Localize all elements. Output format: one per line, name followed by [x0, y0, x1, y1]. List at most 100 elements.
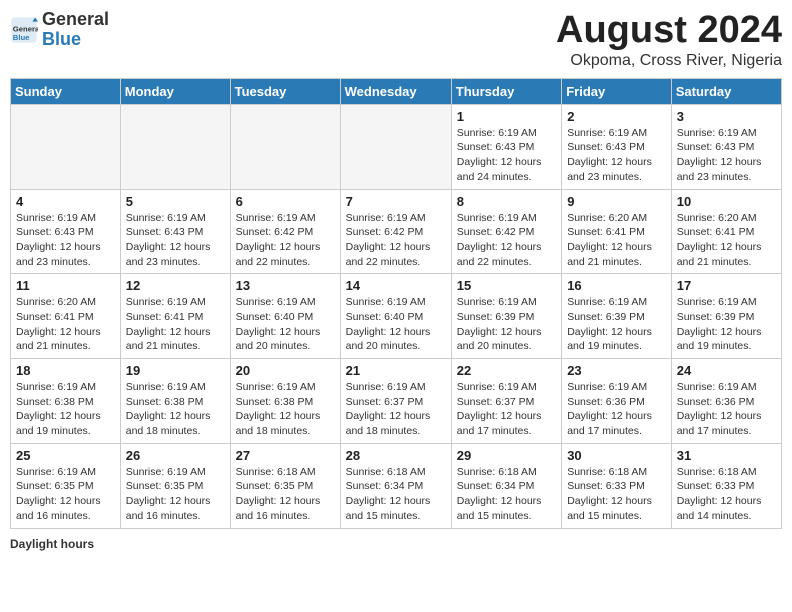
day-info: Sunrise: 6:19 AMSunset: 6:37 PMDaylight:…	[457, 380, 556, 439]
day-number: 18	[16, 363, 115, 378]
calendar-cell: 6 Sunrise: 6:19 AMSunset: 6:42 PMDaylight…	[230, 189, 340, 274]
calendar-cell: 15 Sunrise: 6:19 AMSunset: 6:39 PMDayligh…	[451, 274, 561, 359]
calendar-cell: 20Sunrise: 6:19 AMSunset: 6:38 PMDayligh…	[230, 359, 340, 444]
day-info: Sunrise: 6:18 AMSunset: 6:33 PMDaylight:…	[567, 465, 666, 524]
day-number: 15	[457, 278, 556, 293]
day-info: Sunrise: 6:19 AMSunset: 6:39 PMDaylight:…	[457, 295, 556, 354]
footer: Daylight hours	[10, 537, 782, 551]
page-title: August 2024	[556, 10, 782, 52]
calendar-cell	[120, 104, 230, 189]
logo-blue-text: Blue	[42, 29, 81, 49]
calendar-week-row: 1 Sunrise: 6:19 AMSunset: 6:43 PMDaylight…	[11, 104, 782, 189]
day-number: 6	[236, 194, 335, 209]
day-info: Sunrise: 6:19 AMSunset: 6:42 PMDaylight:…	[346, 211, 446, 270]
day-info: Sunrise: 6:19 AMSunset: 6:37 PMDaylight:…	[346, 380, 446, 439]
day-info: Sunrise: 6:19 AMSunset: 6:40 PMDaylight:…	[236, 295, 335, 354]
calendar-cell: 2Sunrise: 6:19 AMSunset: 6:43 PMDaylight…	[562, 104, 672, 189]
calendar-cell: 28 Sunrise: 6:18 AMSunset: 6:34 PMDayligh…	[340, 443, 451, 528]
calendar-header-thursday: Thursday	[451, 78, 561, 104]
day-info: Sunrise: 6:19 AMSunset: 6:38 PMDaylight:…	[16, 380, 115, 439]
day-info: Sunrise: 6:18 AMSunset: 6:34 PMDaylight:…	[457, 465, 556, 524]
calendar-header-friday: Friday	[562, 78, 672, 104]
calendar-header-row: SundayMondayTuesdayWednesdayThursdayFrid…	[11, 78, 782, 104]
day-number: 20	[236, 363, 335, 378]
day-number: 21	[346, 363, 446, 378]
calendar-cell: 10Sunrise: 6:20 AMSunset: 6:41 PMDayligh…	[671, 189, 781, 274]
day-info: Sunrise: 6:18 AMSunset: 6:33 PMDaylight:…	[677, 465, 776, 524]
day-number: 14	[346, 278, 446, 293]
day-info: Sunrise: 6:19 AMSunset: 6:42 PMDaylight:…	[236, 211, 335, 270]
day-number: 19	[126, 363, 225, 378]
day-number: 29	[457, 448, 556, 463]
day-number: 27	[236, 448, 335, 463]
calendar-cell: 29 Sunrise: 6:18 AMSunset: 6:34 PMDayligh…	[451, 443, 561, 528]
calendar-cell: 9 Sunrise: 6:20 AMSunset: 6:41 PMDaylight…	[562, 189, 672, 274]
calendar-cell: 12 Sunrise: 6:19 AMSunset: 6:41 PMDayligh…	[120, 274, 230, 359]
day-info: Sunrise: 6:19 AMSunset: 6:39 PMDaylight:…	[567, 295, 666, 354]
day-number: 28	[346, 448, 446, 463]
day-number: 31	[677, 448, 776, 463]
calendar-cell: 1 Sunrise: 6:19 AMSunset: 6:43 PMDaylight…	[451, 104, 561, 189]
day-number: 26	[126, 448, 225, 463]
day-info: Sunrise: 6:19 AMSunset: 6:43 PMDaylight:…	[457, 126, 556, 185]
calendar-cell: 18 Sunrise: 6:19 AMSunset: 6:38 PMDayligh…	[11, 359, 121, 444]
day-number: 24	[677, 363, 776, 378]
page-subtitle: Okpoma, Cross River, Nigeria	[556, 52, 782, 70]
day-number: 17	[677, 278, 776, 293]
calendar-week-row: 25 Sunrise: 6:19 AMSunset: 6:35 PMDayligh…	[11, 443, 782, 528]
day-info: Sunrise: 6:18 AMSunset: 6:34 PMDaylight:…	[346, 465, 446, 524]
day-number: 4	[16, 194, 115, 209]
calendar-cell: 13 Sunrise: 6:19 AMSunset: 6:40 PMDayligh…	[230, 274, 340, 359]
calendar-cell: 8Sunrise: 6:19 AMSunset: 6:42 PMDaylight…	[451, 189, 561, 274]
day-info: Sunrise: 6:19 AMSunset: 6:40 PMDaylight:…	[346, 295, 446, 354]
day-number: 30	[567, 448, 666, 463]
calendar-cell: 24Sunrise: 6:19 AMSunset: 6:36 PMDayligh…	[671, 359, 781, 444]
calendar-header-monday: Monday	[120, 78, 230, 104]
svg-text:General: General	[13, 24, 38, 33]
calendar-cell: 7 Sunrise: 6:19 AMSunset: 6:42 PMDaylight…	[340, 189, 451, 274]
calendar-header-tuesday: Tuesday	[230, 78, 340, 104]
calendar-week-row: 18 Sunrise: 6:19 AMSunset: 6:38 PMDayligh…	[11, 359, 782, 444]
day-number: 2	[567, 109, 666, 124]
title-area: August 2024 Okpoma, Cross River, Nigeria	[556, 10, 782, 70]
calendar-cell: 30 Sunrise: 6:18 AMSunset: 6:33 PMDayligh…	[562, 443, 672, 528]
day-number: 7	[346, 194, 446, 209]
day-number: 25	[16, 448, 115, 463]
calendar-header-saturday: Saturday	[671, 78, 781, 104]
calendar-cell: 14 Sunrise: 6:19 AMSunset: 6:40 PMDayligh…	[340, 274, 451, 359]
calendar-cell: 4Sunrise: 6:19 AMSunset: 6:43 PMDaylight…	[11, 189, 121, 274]
day-number: 9	[567, 194, 666, 209]
calendar-week-row: 4 Sunrise: 6:19 AMSunset: 6:43 PMDaylight…	[11, 189, 782, 274]
day-number: 11	[16, 278, 115, 293]
calendar-cell: 22Sunrise: 6:19 AMSunset: 6:37 PMDayligh…	[451, 359, 561, 444]
calendar-cell	[11, 104, 121, 189]
logo: General Blue General Blue	[10, 10, 109, 50]
calendar-cell	[340, 104, 451, 189]
calendar-cell: 17Sunrise: 6:19 AMSunset: 6:39 PMDayligh…	[671, 274, 781, 359]
header: General Blue General Blue August 2024 Ok…	[10, 10, 782, 70]
day-info: Sunrise: 6:19 AMSunset: 6:36 PMDaylight:…	[567, 380, 666, 439]
day-info: Sunrise: 6:20 AMSunset: 6:41 PMDaylight:…	[16, 295, 115, 354]
calendar-cell: 25 Sunrise: 6:19 AMSunset: 6:35 PMDayligh…	[11, 443, 121, 528]
day-number: 13	[236, 278, 335, 293]
day-number: 3	[677, 109, 776, 124]
calendar-week-row: 11 Sunrise: 6:20 AMSunset: 6:41 PMDayligh…	[11, 274, 782, 359]
day-info: Sunrise: 6:20 AMSunset: 6:41 PMDaylight:…	[567, 211, 666, 270]
calendar-cell: 19 Sunrise: 6:19 AMSunset: 6:38 PMDayligh…	[120, 359, 230, 444]
calendar-cell: 5Sunrise: 6:19 AMSunset: 6:43 PMDaylight…	[120, 189, 230, 274]
day-info: Sunrise: 6:19 AMSunset: 6:35 PMDaylight:…	[16, 465, 115, 524]
day-info: Sunrise: 6:18 AMSunset: 6:35 PMDaylight:…	[236, 465, 335, 524]
calendar-header-wednesday: Wednesday	[340, 78, 451, 104]
calendar-cell: 23Sunrise: 6:19 AMSunset: 6:36 PMDayligh…	[562, 359, 672, 444]
day-info: Sunrise: 6:19 AMSunset: 6:41 PMDaylight:…	[126, 295, 225, 354]
calendar-table: SundayMondayTuesdayWednesdayThursdayFrid…	[10, 78, 782, 529]
calendar-cell: 31 Sunrise: 6:18 AMSunset: 6:33 PMDayligh…	[671, 443, 781, 528]
day-number: 12	[126, 278, 225, 293]
day-info: Sunrise: 6:19 AMSunset: 6:43 PMDaylight:…	[126, 211, 225, 270]
day-info: Sunrise: 6:19 AMSunset: 6:38 PMDaylight:…	[126, 380, 225, 439]
calendar-cell: 26Sunrise: 6:19 AMSunset: 6:35 PMDayligh…	[120, 443, 230, 528]
logo-icon: General Blue	[10, 16, 38, 44]
day-number: 1	[457, 109, 556, 124]
calendar-cell: 3Sunrise: 6:19 AMSunset: 6:43 PMDaylight…	[671, 104, 781, 189]
calendar-cell	[230, 104, 340, 189]
